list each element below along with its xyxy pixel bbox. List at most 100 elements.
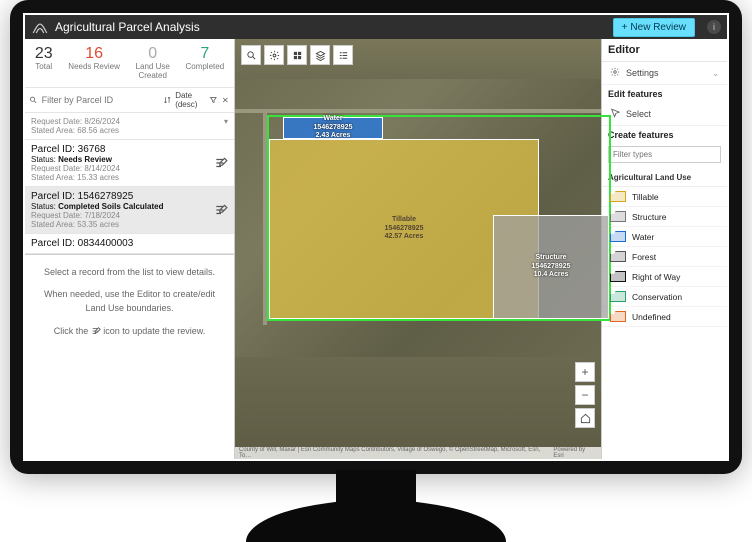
- feature-forest[interactable]: Forest: [602, 247, 727, 267]
- zoom-in-button[interactable]: +: [575, 362, 595, 382]
- poly-id: 1546278925: [385, 225, 424, 233]
- folder-icon: [610, 311, 626, 322]
- edit-review-icon[interactable]: [214, 203, 228, 217]
- polygon-water[interactable]: Water 1546278925 2.43 Acres: [283, 117, 383, 139]
- map-layers-button[interactable]: [310, 45, 330, 65]
- filter-types-input[interactable]: [608, 146, 721, 163]
- feature-label: Water: [632, 232, 654, 242]
- feature-label: Tillable: [632, 192, 659, 202]
- map-toolbar: [241, 45, 353, 65]
- feature-group-label: Agricultural Land Use: [602, 169, 727, 187]
- select-tool[interactable]: Select: [602, 103, 727, 126]
- edit-features-header: Edit features: [602, 85, 727, 103]
- edit-review-icon: [91, 326, 101, 336]
- poly-label: Water: [323, 115, 342, 123]
- feature-label: Forest: [632, 252, 656, 262]
- stat-review-label: Needs Review: [68, 63, 120, 72]
- row-date: Request Date: 8/14/2024: [31, 164, 228, 173]
- stat-done-label: Completed: [185, 63, 224, 72]
- row-area: Stated Area: 68.56 acres: [31, 126, 228, 135]
- help-text: Select a record from the list to view de…: [25, 255, 234, 357]
- poly-label: Structure: [535, 254, 566, 262]
- feature-structure[interactable]: Structure: [602, 207, 727, 227]
- new-review-button[interactable]: + New Review: [613, 18, 695, 37]
- filter-icon[interactable]: [209, 94, 218, 106]
- row-status: Status: Needs Review: [31, 155, 228, 164]
- settings-label: Settings: [626, 68, 659, 78]
- map-search-button[interactable]: [241, 45, 261, 65]
- map-attribution: County of Will, Maxar | Esri Community M…: [235, 447, 601, 459]
- list-item[interactable]: Request Date: 8/26/2024 Stated Area: 68.…: [25, 113, 234, 140]
- stats-bar: 23 Total 16 Needs Review 0 Land Use Crea…: [25, 39, 234, 88]
- row-status: Status: Completed Soils Calculated: [31, 202, 228, 211]
- stat-needs-review[interactable]: 16 Needs Review: [68, 45, 120, 81]
- search-icon: [29, 94, 38, 106]
- parcel-list: Request Date: 8/26/2024 Stated Area: 68.…: [25, 113, 234, 255]
- row-area: Stated Area: 53.35 acres: [31, 220, 228, 229]
- poly-id: 1546278925: [314, 124, 353, 132]
- map-legend-button[interactable]: [333, 45, 353, 65]
- editor-title: Editor: [602, 39, 727, 62]
- stat-total-num: 23: [35, 45, 53, 63]
- stat-completed[interactable]: 7 Completed: [185, 45, 224, 81]
- info-icon[interactable]: i: [707, 20, 721, 34]
- stat-landuse[interactable]: 0 Land Use Created: [136, 45, 170, 81]
- map-settings-button[interactable]: [264, 45, 284, 65]
- feature-label: Right of Way: [632, 272, 680, 282]
- filter-input[interactable]: [42, 95, 159, 105]
- feature-undefined[interactable]: Undefined: [602, 307, 727, 327]
- row-parcel-id: Parcel ID: 1546278925: [31, 191, 228, 202]
- app-title: Agricultural Parcel Analysis: [55, 20, 607, 34]
- poly-area: 10.4 Acres: [534, 271, 569, 279]
- list-item-selected[interactable]: Parcel ID: 1546278925 Status: Completed …: [25, 187, 234, 234]
- row-parcel-id: Parcel ID: 0834400003: [31, 238, 228, 249]
- stat-landuse-num: 0: [136, 45, 170, 63]
- folder-icon: [610, 191, 626, 202]
- cursor-icon: [610, 108, 620, 120]
- feature-water[interactable]: Water: [602, 227, 727, 247]
- sort-icon[interactable]: [163, 94, 172, 106]
- stat-done-num: 7: [185, 45, 224, 63]
- stat-landuse-label: Land Use Created: [136, 63, 170, 81]
- home-extent-button[interactable]: [575, 408, 595, 428]
- feature-conservation[interactable]: Conservation: [602, 287, 727, 307]
- feature-label: Undefined: [632, 312, 671, 322]
- feature-right-of-way[interactable]: Right of Way: [602, 267, 727, 287]
- folder-icon: [610, 291, 626, 302]
- plus-icon: +: [622, 22, 628, 33]
- feature-label: Structure: [632, 212, 667, 222]
- select-label: Select: [626, 109, 651, 119]
- edit-review-icon[interactable]: [214, 156, 228, 170]
- create-features-header: Create features: [602, 126, 727, 144]
- poly-area: 42.57 Acres: [385, 233, 424, 241]
- poly-id: 1546278925: [532, 263, 571, 271]
- folder-icon: [610, 271, 626, 282]
- poly-label: Tillable: [392, 216, 416, 224]
- clear-icon[interactable]: [221, 94, 230, 106]
- map-canvas[interactable]: Water 1546278925 2.43 Acres Tillable 154…: [235, 39, 601, 459]
- row-date: Request Date: 8/26/2024: [31, 117, 228, 126]
- stat-review-num: 16: [68, 45, 120, 63]
- sort-label[interactable]: Date (desc): [175, 91, 205, 109]
- stat-total[interactable]: 23 Total: [35, 45, 53, 81]
- feature-tillable[interactable]: Tillable: [602, 187, 727, 207]
- chevron-down-icon[interactable]: ▾: [224, 117, 228, 126]
- editor-settings[interactable]: Settings ⌄: [602, 62, 727, 85]
- folder-icon: [610, 211, 626, 222]
- chevron-down-icon: ⌄: [712, 69, 719, 78]
- new-review-label: New Review: [630, 22, 686, 33]
- polygon-structure[interactable]: Structure 1546278925 10.4 Acres: [493, 215, 609, 319]
- feature-label: Conservation: [632, 292, 682, 302]
- row-date: Request Date: 7/18/2024: [31, 211, 228, 220]
- row-parcel-id: Parcel ID: 36768: [31, 144, 228, 155]
- list-item[interactable]: Parcel ID: 0834400003: [25, 234, 234, 254]
- app-logo-icon: [31, 18, 49, 36]
- folder-icon: [610, 231, 626, 242]
- stat-total-label: Total: [35, 63, 53, 72]
- zoom-out-button[interactable]: −: [575, 385, 595, 405]
- list-item[interactable]: Parcel ID: 36768 Status: Needs Review Re…: [25, 140, 234, 187]
- gear-icon: [610, 67, 620, 79]
- row-area: Stated Area: 15.33 acres: [31, 173, 228, 182]
- folder-icon: [610, 251, 626, 262]
- map-basemap-button[interactable]: [287, 45, 307, 65]
